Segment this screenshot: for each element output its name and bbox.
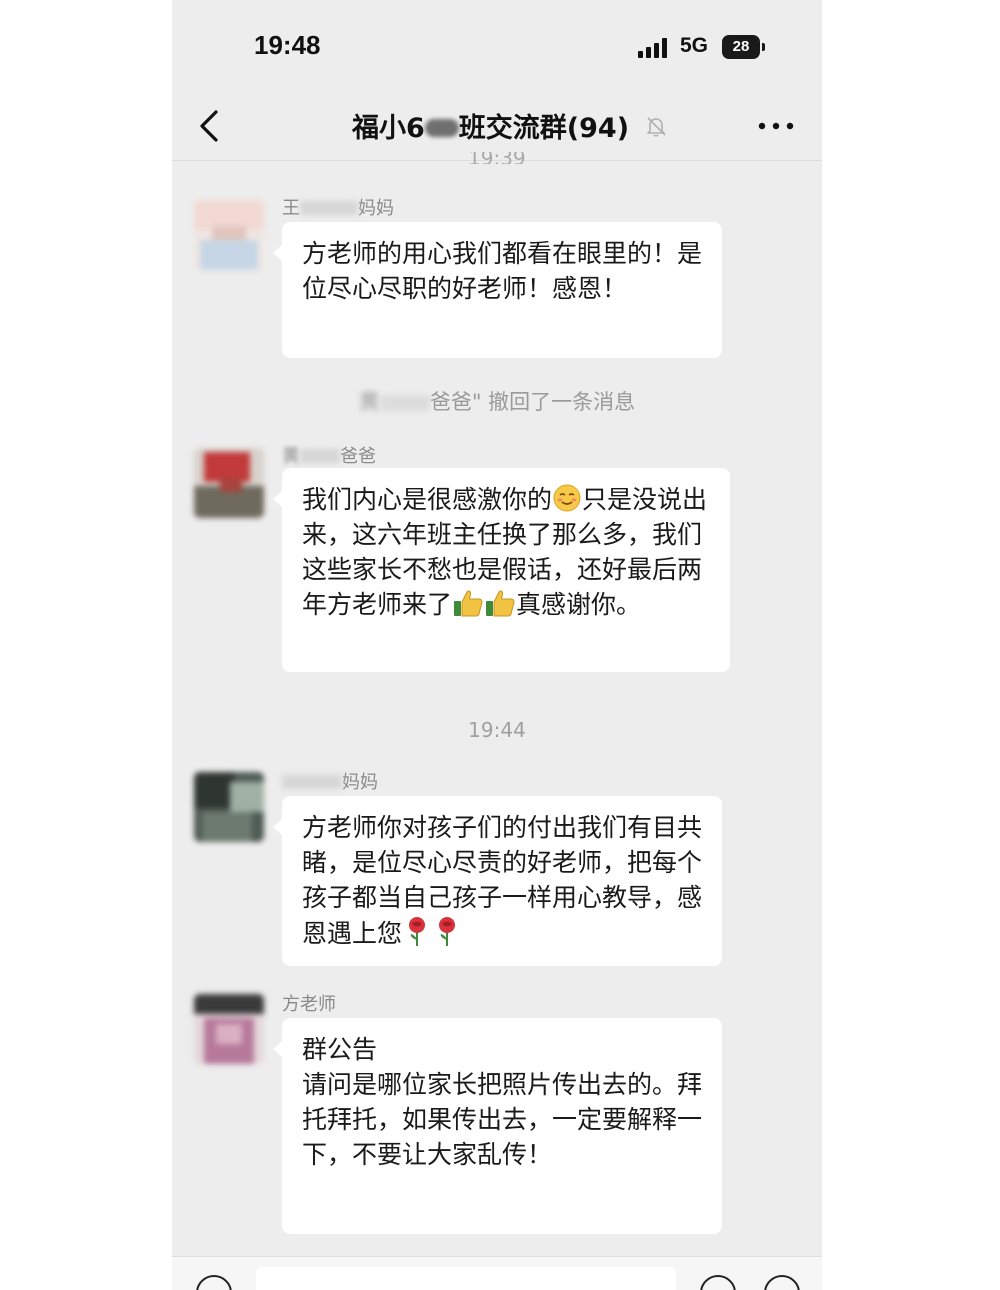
battery-level: 28 (722, 35, 760, 59)
message-text: 方老师你对孩子们的付出我们有目共睹，是位尽心尽责的好老师，把每个孩子都当自己孩子… (302, 813, 703, 948)
bell-off-icon (647, 117, 666, 137)
announcement-text: 请问是哪位家长把照片传出去的。拜托拜托，如果传出去，一定要解释一下，不要让大家乱… (302, 1070, 703, 1169)
timestamp: 19:44 (468, 718, 526, 742)
chat-title-prefix: 福小6 (352, 113, 425, 144)
avatar-image (194, 772, 264, 842)
avatar[interactable] (194, 448, 264, 518)
rose-emoji (409, 917, 426, 946)
thumbs-up-emoji (486, 590, 515, 617)
recall-notice: 黄 爸爸" 撤回了一条消息 (172, 386, 822, 416)
message-text-part-3: 真感谢你。 (516, 590, 642, 619)
partial-timestamp: 19:39 (468, 152, 526, 164)
message-text-part-1: 我们内心是很感激你的 (302, 485, 553, 514)
emoji-button[interactable] (700, 1275, 736, 1290)
message-bubble[interactable]: 方老师你对孩子们的付出我们有目共睹，是位尽心尽责的好老师，把每个孩子都当自己孩子… (273, 796, 722, 966)
avatar[interactable] (194, 994, 264, 1064)
sender-name-suffix: 妈妈 (358, 198, 394, 219)
message-bubble[interactable]: 方老师的用心我们都看在眼里的！是位尽心尽职的好老师！感恩！ (273, 222, 722, 358)
sender-name-prefix: 王 (282, 198, 300, 219)
page: 19:48 5G 28 福小6 班交流群(94) 19:39 王 妈妈 方老师的… (0, 0, 1000, 1290)
avatar-image (194, 200, 264, 270)
thumbs-up-emoji (454, 590, 483, 617)
announcement-bubble[interactable]: 群公告 请问是哪位家长把照片传出去的。拜托拜托，如果传出去，一定要解释一下，不要… (273, 1018, 722, 1234)
phone-screen: 19:48 5G 28 福小6 班交流群(94) 19:39 王 妈妈 方老师的… (172, 0, 822, 1290)
signal-icon (638, 38, 667, 58)
shy-face-emoji (553, 484, 581, 512)
more-dots-icon[interactable] (756, 114, 796, 138)
message-bubble[interactable]: 我们内心是很感激你的 只是没说出来，这六年班主任换了那么多，我们这些家长不愁也是假… (273, 468, 730, 672)
status-time: 19:48 (254, 30, 321, 60)
chat-title-suffix: 班交流群(94) (458, 113, 630, 144)
sender-name-prefix: 黄 (282, 446, 300, 467)
avatar-image (194, 994, 264, 1064)
chevron-left-icon[interactable] (194, 108, 224, 144)
notice-redaction (379, 395, 430, 411)
avatar[interactable] (194, 772, 264, 842)
announcement-heading: 群公告 (302, 1035, 378, 1064)
sender-name: 妈妈 (282, 768, 378, 794)
recall-notice-text: 爸爸" 撤回了一条消息 (429, 390, 636, 414)
avatar[interactable] (194, 200, 264, 270)
battery-icon: 28 (722, 35, 766, 59)
sender-name-suffix: 爸爸 (340, 446, 376, 467)
sender-redaction (300, 449, 340, 463)
battery-cap (762, 43, 765, 51)
sender-name: 王 妈妈 (282, 194, 394, 220)
recall-notice-prefix: 黄 (358, 390, 380, 414)
sender-name-suffix: 妈妈 (342, 772, 378, 793)
add-button[interactable] (764, 1275, 800, 1290)
message-text: 方老师的用心我们都看在眼里的！是位尽心尽职的好老师！感恩！ (302, 239, 703, 303)
sender-redaction (300, 201, 358, 215)
sender-name: 黄 爸爸 (282, 442, 376, 468)
chat-title: 福小6 班交流群(94) (352, 106, 629, 145)
avatar-image (194, 448, 264, 518)
sender-redaction (282, 775, 342, 789)
network-label: 5G (680, 34, 709, 57)
nav-bar: 福小6 班交流群(94) (172, 92, 822, 161)
message-input[interactable] (256, 1267, 676, 1290)
sender-name: 方老师 (282, 994, 336, 1015)
status-bar: 19:48 5G 28 (172, 0, 822, 92)
title-redaction (424, 119, 459, 137)
rose-emoji (439, 917, 456, 946)
voice-button[interactable] (196, 1275, 232, 1290)
input-bar (172, 1256, 822, 1290)
